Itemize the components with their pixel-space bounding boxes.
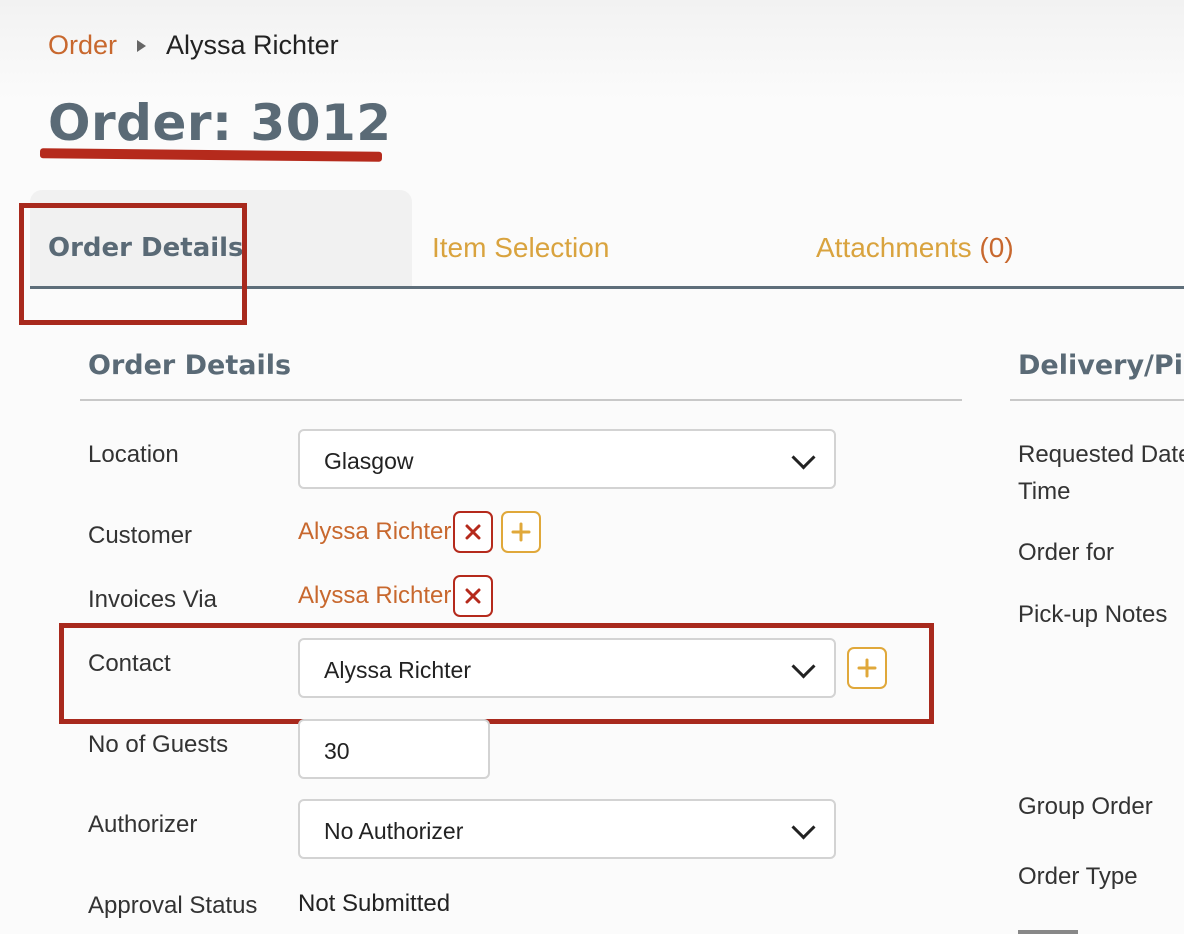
page-title: Order: 3012	[48, 94, 392, 152]
remove-invoices-via-button[interactable]	[453, 575, 493, 617]
plus-icon	[511, 522, 531, 542]
delivery-divider	[1010, 399, 1184, 401]
authorizer-label: Authorizer	[88, 811, 198, 838]
breadcrumb-current: Alyssa Richter	[166, 30, 339, 60]
authorizer-value: No Authorizer	[324, 818, 464, 844]
close-icon	[465, 524, 481, 540]
customer-link[interactable]: Alyssa Richter	[298, 518, 451, 546]
approval-status-label: Approval Status	[88, 892, 258, 919]
guests-input[interactable]: 30	[298, 719, 490, 779]
customer-label: Customer	[88, 522, 193, 549]
attachments-count: (0)	[979, 232, 1014, 263]
chevron-down-icon	[791, 445, 816, 470]
pickup-notes-label: Pick-up Notes	[1018, 601, 1168, 628]
order-type-label: Order Type	[1018, 863, 1138, 890]
tab-attachments[interactable]: Attachments (0)	[816, 232, 1014, 264]
tab-highlight-annotation	[19, 203, 247, 325]
location-label: Location	[88, 441, 179, 468]
breadcrumb: Order Alyssa Richter	[48, 30, 339, 61]
order-details-divider	[80, 399, 962, 401]
requested-time-label: Time	[1018, 478, 1071, 505]
requested-date-label: Requested Date	[1018, 441, 1184, 468]
order-details-heading: Order Details	[88, 350, 292, 381]
invoices-via-label: Invoices Via	[88, 586, 217, 613]
location-select[interactable]: Glasgow	[298, 429, 836, 489]
authorizer-select[interactable]: No Authorizer	[298, 799, 836, 859]
invoices-via-link[interactable]: Alyssa Richter	[298, 582, 451, 610]
triangle-right-icon	[137, 39, 147, 52]
order-for-label: Order for	[1018, 539, 1115, 566]
delivery-heading: Delivery/Pic	[1018, 350, 1184, 381]
close-icon	[465, 588, 481, 604]
contact-highlight-annotation	[59, 623, 934, 724]
tab-attachments-label: Attachments	[816, 232, 972, 263]
chevron-down-icon	[791, 815, 816, 840]
guests-label: No of Guests	[88, 731, 229, 758]
tab-item-selection[interactable]: Item Selection	[432, 232, 609, 264]
clipped-label-fragment	[1018, 930, 1078, 934]
group-order-label: Group Order	[1018, 793, 1153, 820]
breadcrumb-order-link[interactable]: Order	[48, 30, 117, 61]
add-customer-button[interactable]	[501, 511, 541, 553]
location-value: Glasgow	[324, 448, 414, 474]
approval-status-value: Not Submitted	[298, 890, 451, 917]
remove-customer-button[interactable]	[453, 511, 493, 553]
guests-value: 30	[324, 738, 350, 764]
